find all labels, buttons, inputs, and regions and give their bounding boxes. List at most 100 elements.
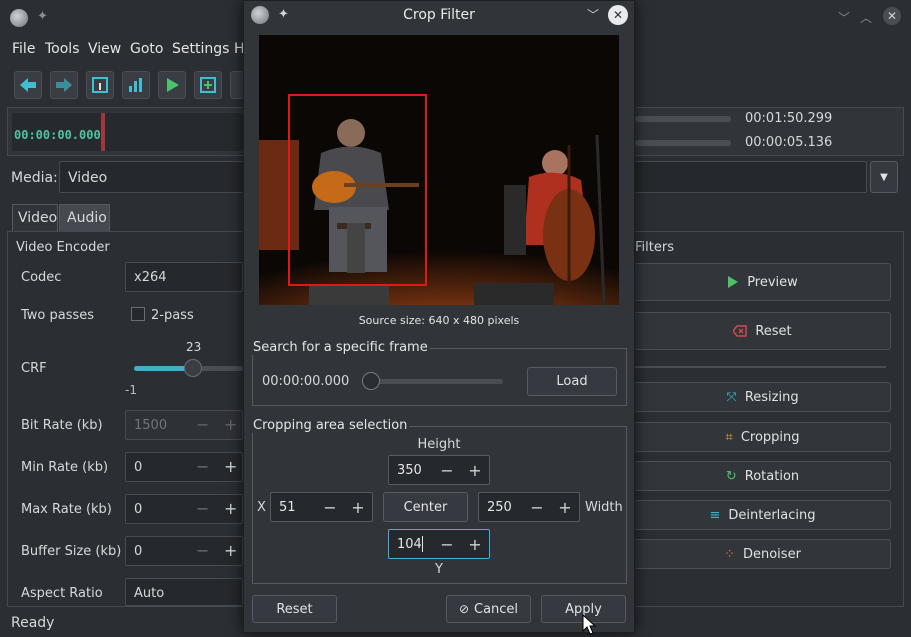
info-button[interactable] <box>86 71 114 99</box>
x-plus-icon[interactable]: + <box>348 497 368 517</box>
bar-chart-icon <box>129 78 142 92</box>
min-rate-plus-icon[interactable]: + <box>224 457 237 476</box>
y-minus-icon[interactable]: − <box>437 534 457 554</box>
reset-filters-label: Reset <box>755 323 792 339</box>
two-passes-label: Two passes <box>21 308 95 323</box>
dialog-title: Crop Filter <box>403 7 475 23</box>
open-button[interactable] <box>14 71 42 99</box>
media-dropdown-button[interactable]: ▼ <box>870 161 898 193</box>
chevron-down-icon: ▼ <box>880 171 888 183</box>
bitrate-plus-icon: + <box>224 415 238 434</box>
dialog-close-icon[interactable]: ✕ <box>608 5 628 25</box>
menu-tools[interactable]: Tools <box>45 41 80 57</box>
reset-button[interactable]: Reset <box>252 595 337 623</box>
cropping-area-title: Cropping area selection <box>251 418 410 433</box>
text-cursor <box>422 536 423 552</box>
crf-label: CRF <box>21 361 47 376</box>
reset-filters-button[interactable]: Reset <box>634 312 891 350</box>
maximize-icon[interactable]: ︿ <box>860 9 872 26</box>
codec-value: x264 <box>134 270 167 285</box>
rotation-button[interactable]: ↻ Rotation <box>634 461 891 491</box>
menu-goto[interactable]: Goto <box>130 41 163 57</box>
max-rate-plus-icon[interactable]: + <box>224 499 237 518</box>
deinterlace-icon: ≡ <box>709 507 721 523</box>
preview-label: Preview <box>747 274 798 290</box>
pin-icon[interactable]: ✦ <box>37 9 48 24</box>
deinterlacing-button[interactable]: ≡ Deinterlacing <box>634 500 891 530</box>
preview-button[interactable]: Preview <box>634 263 891 301</box>
cropping-button[interactable]: ⌗ Cropping <box>634 422 891 452</box>
center-button[interactable]: Center <box>383 492 468 522</box>
buffer-size-value: 0 <box>134 544 143 559</box>
dialog-minimize-icon[interactable]: ﹀ <box>587 6 599 23</box>
media-value: Video <box>68 170 108 186</box>
save-button[interactable] <box>50 71 78 99</box>
playhead[interactable] <box>101 113 105 151</box>
filters-title: Filters <box>635 240 674 255</box>
deinterlacing-label: Deinterlacing <box>728 507 816 523</box>
stats-button[interactable] <box>122 71 150 99</box>
two-pass-checkbox[interactable] <box>131 307 145 321</box>
bitrate-minus-icon: − <box>196 415 210 434</box>
max-rate-value: 0 <box>134 502 143 517</box>
denoiser-button[interactable]: ⁘ Denoiser <box>634 539 891 569</box>
crf-slider-handle[interactable] <box>184 359 202 377</box>
x-spinbox[interactable]: 51 − + <box>270 492 373 522</box>
more-button[interactable] <box>230 71 244 99</box>
bitrate-value: 1500 <box>134 418 168 433</box>
search-frame-title: Search for a specific frame <box>251 340 430 355</box>
buffer-size-plus-icon[interactable]: + <box>224 541 237 560</box>
bitrate-label: Bit Rate (kb) <box>21 418 103 433</box>
min-rate-label: Min Rate (kb) <box>21 460 109 475</box>
menu-view[interactable]: View <box>88 41 121 57</box>
play-icon <box>167 78 179 92</box>
source-size-label: Source size: 640 x 480 pixels <box>358 314 520 327</box>
rotate-icon: ↻ <box>725 468 737 484</box>
rotation-label: Rotation <box>744 468 800 484</box>
height-value: 350 <box>397 463 422 478</box>
width-spinbox[interactable]: 250 − + <box>478 492 580 522</box>
arrow-left-icon <box>20 78 36 92</box>
load-label: Load <box>556 374 588 389</box>
height-spinbox[interactable]: 350 − + <box>388 455 490 485</box>
app-logo-icon <box>10 9 28 27</box>
width-value: 250 <box>487 500 512 515</box>
x-value: 51 <box>279 500 296 515</box>
crop-rectangle[interactable] <box>288 94 427 286</box>
selection-time: 00:00:05.136 <box>745 135 833 150</box>
x-minus-icon[interactable]: − <box>320 497 340 517</box>
y-label: Y <box>435 562 443 577</box>
buffer-size-minus-icon[interactable]: − <box>196 541 209 560</box>
minimize-icon[interactable]: ﹀ <box>838 9 850 26</box>
width-label: Width <box>585 500 623 515</box>
backspace-icon <box>733 325 748 337</box>
resizing-label: Resizing <box>744 389 799 405</box>
menu-settings[interactable]: Settings <box>172 41 229 57</box>
height-minus-icon[interactable]: − <box>437 460 457 480</box>
height-label: Height <box>417 437 461 452</box>
max-rate-minus-icon[interactable]: − <box>196 499 209 518</box>
filters-separator <box>634 366 886 368</box>
tab-video-label: Video <box>18 210 58 226</box>
play-button[interactable] <box>158 71 186 99</box>
play-icon <box>728 276 739 288</box>
resizing-button[interactable]: ⤧ Resizing <box>634 382 891 412</box>
selection-bar <box>635 140 731 146</box>
status-text: Ready <box>11 615 55 631</box>
width-minus-icon[interactable]: − <box>527 497 547 517</box>
load-button[interactable]: Load <box>527 367 617 396</box>
close-main-icon[interactable]: ✕ <box>883 7 901 25</box>
width-plus-icon[interactable]: + <box>555 497 575 517</box>
search-slider-handle[interactable] <box>362 372 380 390</box>
y-plus-icon[interactable]: + <box>465 534 485 554</box>
two-pass-checkbox-label: 2-pass <box>151 308 194 323</box>
crf-value: 23 <box>186 340 202 354</box>
y-spinbox[interactable]: 104 − + <box>388 529 490 559</box>
cancel-button[interactable]: ⊘ Cancel <box>446 595 531 623</box>
info-icon <box>92 77 108 93</box>
menu-file[interactable]: File <box>12 41 35 57</box>
add-button[interactable] <box>194 71 222 99</box>
search-slider-track[interactable] <box>363 379 503 384</box>
height-plus-icon[interactable]: + <box>465 460 485 480</box>
min-rate-minus-icon[interactable]: − <box>196 457 209 476</box>
